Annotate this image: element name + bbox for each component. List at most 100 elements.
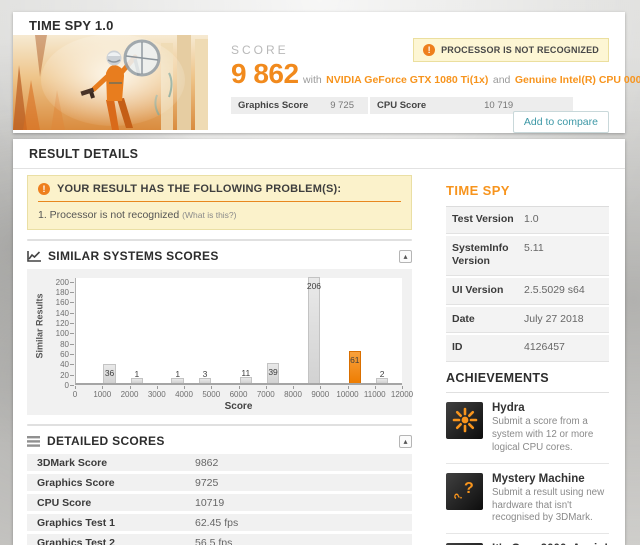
chart-y-tickmark: [70, 354, 74, 355]
chart-x-tick: 1000: [87, 390, 117, 399]
row-value: 10719: [195, 497, 224, 509]
similar-scores-chart: Similar Results 361131139206612 Score 02…: [27, 269, 412, 415]
achievement-name: Mystery Machine: [492, 473, 609, 485]
score-line: 9 862 with NVIDIA GeForce GTX 1080 Ti(1x…: [231, 58, 609, 90]
row-label: 3DMark Score: [27, 457, 195, 469]
info-row: SystemInfo Version 5.11: [446, 236, 609, 276]
chart-y-tick: 0: [43, 381, 69, 390]
row-value: 9725: [195, 477, 218, 489]
row-value: 62.45 fps: [195, 517, 238, 529]
achievements-title: ACHIEVEMENTS: [446, 371, 609, 393]
collapse-section-button[interactable]: ▴: [399, 250, 412, 263]
section-divider: [27, 239, 412, 241]
run-info-table: Test Version 1.0 SystemInfo Version 5.11…: [446, 206, 609, 362]
line-chart-icon: [27, 251, 41, 262]
achievement-text: Mystery Machine Submit a result using ne…: [492, 473, 609, 526]
problem-item: 1. Processor is not recognized (What is …: [38, 209, 401, 221]
table-row: 3DMark Score 9862: [27, 454, 412, 471]
problem-box-title: YOUR RESULT HAS THE FOLLOWING PROBLEM(S)…: [57, 183, 341, 195]
info-label: UI Version: [452, 284, 524, 298]
result-details-card: RESULT DETAILS ! YOUR RESULT HAS THE FOL…: [13, 139, 625, 545]
result-details-main-column: ! YOUR RESULT HAS THE FOLLOWING PROBLEM(…: [27, 170, 412, 545]
achievement-item: Hydra Submit a score from a system with …: [446, 393, 609, 464]
row-label: CPU Score: [27, 497, 195, 509]
info-label: SystemInfo Version: [452, 242, 524, 269]
chart-bar-value: 61: [344, 355, 367, 365]
table-row: Graphics Test 1 62.45 fps: [27, 514, 412, 531]
info-row: Test Version 1.0: [446, 207, 609, 234]
warning-icon: !: [38, 183, 50, 195]
result-details-title: RESULT DETAILS: [13, 139, 625, 169]
chart-y-tick: 60: [43, 350, 69, 359]
section-divider: [27, 424, 412, 426]
achievement-item: ? ? Mystery Machine Submit a result usin…: [446, 464, 609, 535]
problem-box-rule: [38, 201, 401, 202]
benchmark-result-page: { "app": { "title": "TIME SPY 1.0" }, "c…: [0, 0, 640, 545]
chart-y-tick: 180: [43, 288, 69, 297]
info-label: Date: [452, 313, 524, 327]
info-row: Date July 27 2018: [446, 307, 609, 334]
result-summary-card: TIME SPY 1.0: [13, 12, 625, 133]
chart-y-tickmark: [70, 364, 74, 365]
problem-item-text: 1. Processor is not recognized: [38, 209, 179, 221]
table-row: CPU Score 10719: [27, 494, 412, 511]
chart-y-tickmark: [70, 323, 74, 324]
chart-y-tick: 160: [43, 298, 69, 307]
chart-x-tick: 12000: [387, 390, 417, 399]
chart-x-tickmark: [239, 386, 240, 389]
graphics-score-cell: Graphics Score 9 725: [231, 97, 368, 114]
processor-warning-badge: ! PROCESSOR IS NOT RECOGNIZED: [413, 38, 609, 62]
achievement-name: Hydra: [492, 402, 609, 414]
detailed-scores-title: DETAILED SCORES: [47, 434, 165, 448]
chart-bar-value: 206: [303, 281, 326, 291]
chart-x-tick: 8000: [278, 390, 308, 399]
result-info-sidebar: TIME SPY Test Version 1.0 SystemInfo Ver…: [446, 170, 609, 545]
hydra-burst-icon: [446, 402, 483, 439]
chart-x-tickmark: [320, 386, 321, 389]
add-to-compare-button[interactable]: Add to compare: [513, 111, 609, 133]
list-icon: [27, 436, 40, 447]
warning-icon: !: [423, 44, 435, 56]
row-value: 56.5 fps: [195, 537, 232, 545]
chart-x-tickmark: [130, 386, 131, 389]
achievement-item: It's Over 9000, Again! Time Spy over 900…: [446, 534, 609, 545]
chart-y-tickmark: [70, 302, 74, 303]
cpu-name-link[interactable]: Genuine Intel(R) CPU 0000 @: [515, 74, 640, 86]
info-value: 1.0: [524, 213, 539, 227]
warning-badge-text: PROCESSOR IS NOT RECOGNIZED: [441, 45, 599, 55]
row-value: 9862: [195, 457, 218, 469]
chart-bar-value: 2: [371, 369, 394, 379]
chart-y-tick: 40: [43, 360, 69, 369]
chart-plot-area: 361131139206612: [75, 278, 402, 385]
chart-bar-value: 39: [262, 367, 285, 377]
collapse-section-button[interactable]: ▴: [399, 435, 412, 448]
what-is-this-link[interactable]: (What is this?): [182, 210, 236, 220]
chart-y-tick: 100: [43, 329, 69, 338]
time-spy-hero-image: [13, 35, 208, 130]
cpu-score-label: CPU Score: [370, 100, 426, 111]
chart-x-tickmark: [75, 386, 76, 389]
similar-scores-header: SIMILAR SYSTEMS SCORES ▴: [27, 249, 412, 263]
chart-x-tickmark: [375, 386, 376, 389]
chart-x-tick: 3000: [142, 390, 172, 399]
chart-x-tickmark: [102, 386, 103, 389]
sidebar-title: TIME SPY: [446, 183, 609, 198]
chart-x-tick: 6000: [224, 390, 254, 399]
table-row: Graphics Score 9725: [27, 474, 412, 491]
info-value: 5.11: [524, 242, 544, 269]
chart-y-tickmark: [70, 282, 74, 283]
chart-x-tick: 11000: [360, 390, 390, 399]
page-title: TIME SPY 1.0: [13, 12, 625, 33]
chart-bar: [308, 277, 321, 383]
chart-y-tick: 200: [43, 278, 69, 287]
chart-y-tickmark: [70, 313, 74, 314]
with-text: with: [303, 74, 322, 86]
info-row: ID 4126457: [446, 335, 609, 362]
row-label: Graphics Test 1: [27, 517, 195, 529]
achievement-desc: Submit a score from a system with 12 or …: [492, 416, 609, 455]
chart-x-tick: 7000: [251, 390, 281, 399]
overall-score: 9 862: [231, 58, 299, 89]
graphics-score-value: 9 725: [330, 100, 368, 111]
gpu-name-link[interactable]: NVIDIA GeForce GTX 1080 Ti(1x): [326, 74, 488, 86]
chart-x-tick: 2000: [115, 390, 145, 399]
